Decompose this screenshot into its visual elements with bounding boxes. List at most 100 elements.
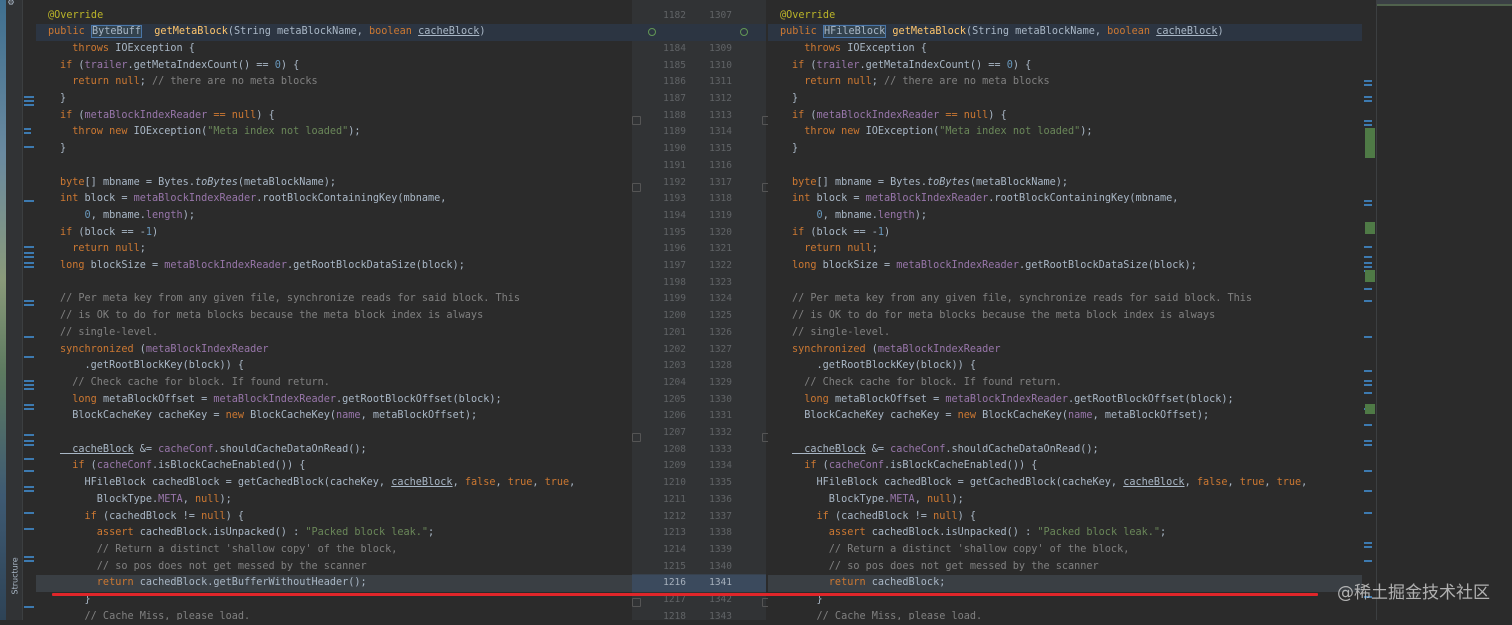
structure-tab-label[interactable]: Structure — [11, 535, 20, 594]
left-code-line[interactable]: BlockCacheKey cacheKey = new BlockCacheK… — [36, 408, 632, 425]
right-code-line[interactable]: // single-level. — [768, 325, 1362, 342]
left-code-line[interactable]: public ByteBuff getMetaBlock(String meta… — [36, 24, 632, 41]
right-code-line[interactable] — [768, 425, 1362, 442]
right-code-line[interactable]: long metaBlockOffset = metaBlockIndexRea… — [768, 392, 1362, 409]
left-code-line[interactable]: synchronized (metaBlockIndexReader — [36, 342, 632, 359]
fold-marker-icon[interactable] — [632, 116, 641, 125]
left-code-line[interactable]: 0, mbname.length); — [36, 208, 632, 225]
left-code-line[interactable]: // Check cache for block. If found retur… — [36, 375, 632, 392]
left-editor-pane[interactable]: @Override public ByteBuff getMetaBlock(St… — [36, 0, 632, 620]
left-code-line[interactable]: byte[] mbname = Bytes.toBytes(metaBlockN… — [36, 175, 632, 192]
left-code-line[interactable]: if (trailer.getMetaIndexCount() == 0) { — [36, 58, 632, 75]
code-text: // Check cache for block. If found retur… — [792, 375, 1062, 392]
left-code-line[interactable]: } — [36, 91, 632, 108]
left-code-line[interactable]: // Per meta key from any given file, syn… — [36, 291, 632, 308]
left-code-line[interactable]: return null; // there are no meta blocks — [36, 74, 632, 91]
right-code-line[interactable]: // so pos does not get messed by the sca… — [768, 559, 1362, 576]
right-code-line[interactable]: if (cacheConf.isBlockCacheEnabled()) { — [768, 458, 1362, 475]
left-code-line[interactable]: throws IOException { — [36, 41, 632, 58]
right-code-line[interactable]: public HFileBlock getMetaBlock(String me… — [768, 24, 1362, 41]
right-editor-pane[interactable]: @Override public HFileBlock getMetaBlock(… — [768, 0, 1362, 620]
right-code-line[interactable]: BlockCacheKey cacheKey = new BlockCacheK… — [768, 408, 1362, 425]
code-token: ) { — [256, 109, 275, 121]
left-code-line[interactable]: // so pos does not get messed by the sca… — [36, 559, 632, 576]
code-token: ); — [182, 209, 195, 221]
right-code-line[interactable]: throw new IOException("Meta index not lo… — [768, 124, 1362, 141]
left-code-line[interactable]: return cachedBlock.getBufferWithoutHeade… — [36, 575, 632, 592]
left-code-line[interactable]: BlockType.META, null); — [36, 492, 632, 509]
right-code-line[interactable]: // Per meta key from any given file, syn… — [768, 291, 1362, 308]
right-code-line[interactable]: int block = metaBlockIndexReader.rootBlo… — [768, 191, 1362, 208]
right-code-line[interactable]: // Check cache for block. If found retur… — [768, 375, 1362, 392]
right-code-line[interactable]: if (cachedBlock != null) { — [768, 509, 1362, 526]
left-code-line[interactable]: cacheBlock &= cacheConf.shouldCacheDataO… — [36, 442, 632, 459]
left-code-line[interactable]: if (block == -1) — [36, 225, 632, 242]
right-code-line[interactable]: return cachedBlock; — [768, 575, 1362, 592]
left-code-line[interactable]: assert cachedBlock.isUnpacked() : "Packe… — [36, 525, 632, 542]
right-code-line[interactable]: // Return a distinct 'shallow copy' of t… — [768, 542, 1362, 559]
code-token: // Return a distinct 'shallow copy' of t… — [792, 543, 1130, 555]
right-line-number: 1331 — [709, 410, 732, 422]
code-token: .isBlockCacheEnabled()) { — [884, 460, 1038, 472]
scrollbar-overview[interactable] — [1376, 0, 1512, 620]
right-code-line[interactable]: 0, mbname.length); — [768, 208, 1362, 225]
left-code-line[interactable]: HFileBlock cachedBlock = getCachedBlock(… — [36, 475, 632, 492]
left-code-line[interactable]: @Override — [36, 8, 632, 25]
right-code-line[interactable]: } — [768, 91, 1362, 108]
left-code-line[interactable]: .getRootBlockKey(block)) { — [36, 358, 632, 375]
right-code-line[interactable]: if (block == -1) — [768, 225, 1362, 242]
change-stripe — [24, 132, 31, 134]
left-code-line[interactable] — [36, 158, 632, 175]
right-code-line[interactable]: .getRootBlockKey(block)) { — [768, 358, 1362, 375]
right-code-line[interactable] — [768, 275, 1362, 292]
left-code-line[interactable]: // Cache Miss, please load. — [36, 609, 632, 620]
right-code-line[interactable]: } — [768, 141, 1362, 158]
left-code-line[interactable]: long blockSize = metaBlockIndexReader.ge… — [36, 258, 632, 275]
right-code-line[interactable]: @Override — [768, 8, 1362, 25]
green-circle-icon[interactable] — [648, 28, 656, 36]
left-code-line[interactable]: } — [36, 141, 632, 158]
gutter-line-numbers: 1213 1338 — [632, 525, 766, 542]
right-code-line[interactable]: // is OK to do for meta blocks because t… — [768, 308, 1362, 325]
right-code-line[interactable]: HFileBlock cachedBlock = getCachedBlock(… — [768, 475, 1362, 492]
left-code-line[interactable] — [36, 275, 632, 292]
right-code-line[interactable]: long blockSize = metaBlockIndexReader.ge… — [768, 258, 1362, 275]
left-code-line[interactable]: long metaBlockOffset = metaBlockIndexRea… — [36, 392, 632, 409]
left-code-line[interactable]: int block = metaBlockIndexReader.rootBlo… — [36, 191, 632, 208]
change-stripe — [1364, 424, 1372, 426]
left-code-line[interactable]: // Return a distinct 'shallow copy' of t… — [36, 542, 632, 559]
gutter-line-numbers: 1206 1331 — [632, 408, 766, 425]
right-code-line[interactable]: throws IOException { — [768, 41, 1362, 58]
right-code-line[interactable]: return null; — [768, 241, 1362, 258]
left-code-line[interactable]: // is OK to do for meta blocks because t… — [36, 308, 632, 325]
right-code-line[interactable]: assert cachedBlock.isUnpacked() : "Packe… — [768, 525, 1362, 542]
left-code-line[interactable] — [36, 425, 632, 442]
right-code-line[interactable]: // Cache Miss, please load. — [768, 609, 1362, 620]
left-code-line[interactable]: if (cacheConf.isBlockCacheEnabled()) { — [36, 458, 632, 475]
left-code-line[interactable]: if (metaBlockIndexReader == null) { — [36, 108, 632, 125]
right-code-line[interactable]: BlockType.META, null); — [768, 492, 1362, 509]
right-code-line[interactable]: return null; // there are no meta blocks — [768, 74, 1362, 91]
change-stripe — [24, 434, 34, 436]
left-code-line[interactable]: return null; — [36, 241, 632, 258]
right-code-line[interactable]: cacheBlock &= cacheConf.shouldCacheDataO… — [768, 442, 1362, 459]
code-token: (String metaBlockName, — [966, 26, 1108, 38]
right-code-line[interactable]: if (trailer.getMetaIndexCount() == 0) { — [768, 58, 1362, 75]
green-circle-icon[interactable] — [740, 28, 748, 36]
right-code-line[interactable]: byte[] mbname = Bytes.toBytes(metaBlockN… — [768, 175, 1362, 192]
fold-marker-icon[interactable] — [632, 433, 641, 442]
left-line-number: 1211 — [663, 493, 686, 505]
right-code-line[interactable] — [768, 158, 1362, 175]
left-code-line[interactable]: if (cachedBlock != null) { — [36, 509, 632, 526]
gutter-line-numbers: 1192 1317 — [632, 175, 766, 192]
fold-marker-icon[interactable] — [632, 183, 641, 192]
fold-marker-icon[interactable] — [632, 598, 641, 607]
right-code-line[interactable]: synchronized (metaBlockIndexReader — [768, 342, 1362, 359]
left-code-line[interactable]: throw new IOException("Meta index not lo… — [36, 124, 632, 141]
left-line-number: 1188 — [663, 109, 686, 121]
left-code-line[interactable]: // single-level. — [36, 325, 632, 342]
code-text: if (metaBlockIndexReader == null) { — [60, 108, 275, 125]
structure-tool-tab[interactable]: ⚙ Structure — [6, 0, 23, 620]
right-code-line[interactable]: if (metaBlockIndexReader == null) { — [768, 108, 1362, 125]
gear-icon[interactable]: ⚙ — [8, 0, 14, 8]
